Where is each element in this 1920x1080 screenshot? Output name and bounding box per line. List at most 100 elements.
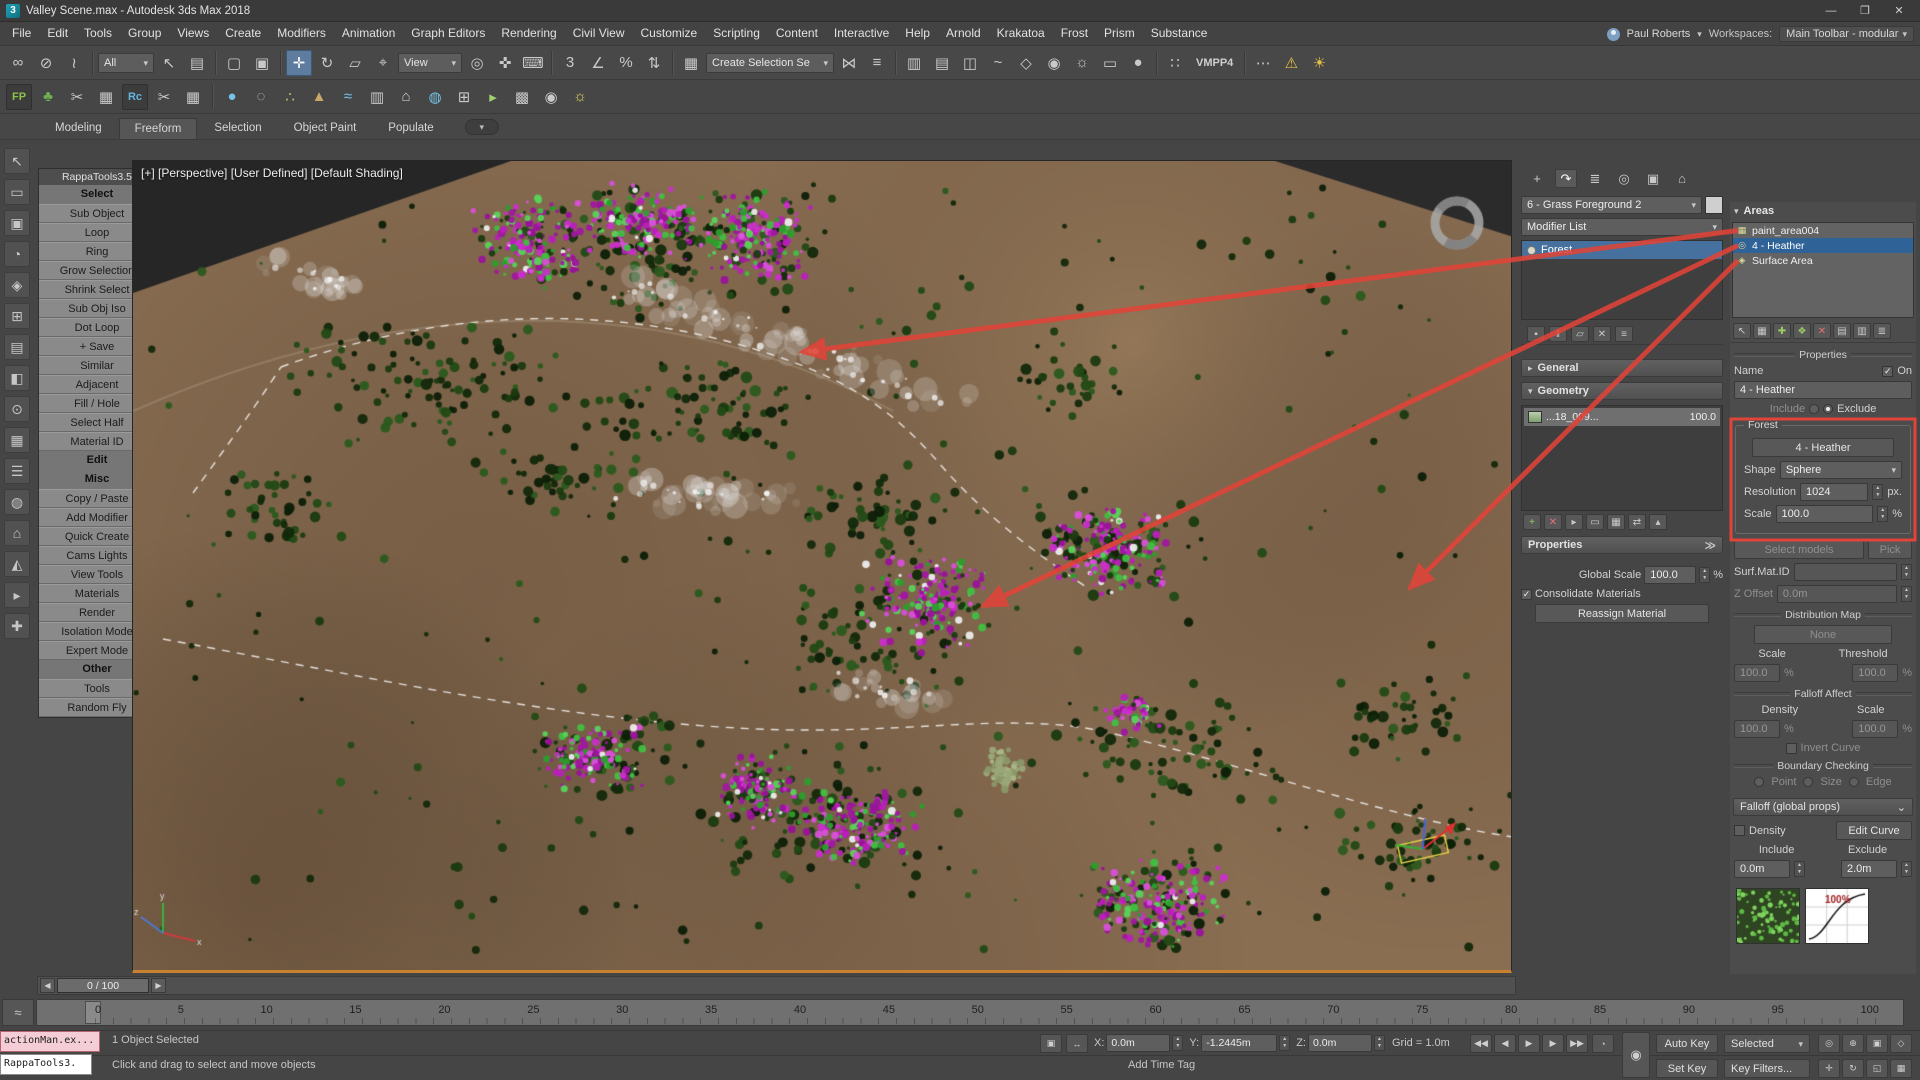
spinner[interactable]: [1699, 567, 1710, 583]
spinner[interactable]: [1877, 506, 1888, 522]
pattern-tool-icon[interactable]: ▩: [509, 84, 535, 110]
ribbon-overflow-dropdown[interactable]: ▾: [465, 119, 499, 135]
menu-item-modifiers[interactable]: Modifiers: [269, 22, 334, 45]
warning-toggle[interactable]: ⚠: [1278, 50, 1304, 76]
menu-item-krakatoa[interactable]: Krakatoa: [989, 22, 1053, 45]
menu-item-help[interactable]: Help: [897, 22, 938, 45]
show-end-result-button[interactable]: ‖: [1549, 326, 1567, 342]
strip-target-icon[interactable]: ⊙: [4, 396, 30, 422]
set-key-button[interactable]: Set Key: [1656, 1059, 1718, 1078]
modifier-stack-item-forest[interactable]: Forest: [1522, 241, 1722, 259]
clone-tool-icon[interactable]: ▥: [364, 84, 390, 110]
orbit-view-button[interactable]: ↻: [1842, 1059, 1864, 1078]
pan-view-button[interactable]: ✛: [1818, 1059, 1840, 1078]
ruler-frame-20[interactable]: 20: [438, 1004, 450, 1016]
railclone-stats-icon[interactable]: ▦: [180, 84, 206, 110]
area-name-field[interactable]: 4 - Heather: [1734, 381, 1912, 399]
modifier-list-dropdown[interactable]: Modifier List: [1521, 218, 1723, 236]
render-setup[interactable]: ☼: [1069, 50, 1095, 76]
viewport-canvas[interactable]: [133, 161, 1511, 970]
spinner[interactable]: [1374, 1035, 1385, 1051]
menu-item-rendering[interactable]: Rendering: [493, 22, 564, 45]
make-unique-button[interactable]: ▱: [1571, 326, 1589, 342]
eye-tool-icon[interactable]: ◉: [538, 84, 564, 110]
modify-tab[interactable]: ↷: [1555, 169, 1577, 188]
ruler-frame-100[interactable]: 100: [1861, 1004, 1879, 1016]
scatter-tool-icon[interactable]: ∴: [277, 84, 303, 110]
menu-item-group[interactable]: Group: [120, 22, 169, 45]
dm-threshold-field[interactable]: 100.0: [1852, 664, 1898, 682]
zoom-all-button[interactable]: ⊕: [1842, 1034, 1864, 1053]
keyboard-shortcut-override[interactable]: ⌨: [520, 50, 546, 76]
menu-item-customize[interactable]: Customize: [633, 22, 706, 45]
next-frame-button[interactable]: ▶: [1542, 1034, 1564, 1053]
spinner-snap-toggle[interactable]: ⇅: [641, 50, 667, 76]
select-and-rotate[interactable]: ↻: [314, 50, 340, 76]
area-row-surface-area[interactable]: ◈Surface Area: [1733, 253, 1913, 268]
area-on-checkbox[interactable]: [1882, 366, 1893, 377]
dots-tool[interactable]: ⋯: [1250, 50, 1276, 76]
ruler-frame-95[interactable]: 95: [1772, 1004, 1784, 1016]
consolidate-materials-checkbox[interactable]: [1521, 589, 1532, 600]
array-tool[interactable]: ∷: [1162, 50, 1188, 76]
strip-arc-icon[interactable]: ◔: [4, 241, 30, 267]
ribbon-tab-populate[interactable]: Populate: [373, 118, 448, 139]
menu-item-views[interactable]: Views: [169, 22, 217, 45]
menu-item-animation[interactable]: Animation: [334, 22, 403, 45]
area-list-a-button[interactable]: ▤: [1833, 323, 1851, 339]
selection-filter-dropdown[interactable]: All: [98, 53, 154, 73]
ribbon-tab-object-paint[interactable]: Object Paint: [279, 118, 372, 139]
angle-snap-toggle[interactable]: ∠: [585, 50, 611, 76]
distribution-none-button[interactable]: None: [1754, 625, 1892, 644]
fg-exclude-field[interactable]: 2.0m: [1841, 860, 1897, 878]
menu-item-prism[interactable]: Prism: [1096, 22, 1143, 45]
select-and-move[interactable]: ✛: [286, 50, 312, 76]
area-scale-field[interactable]: 100.0: [1776, 505, 1874, 523]
edit-named-selection-sets[interactable]: ▦: [678, 50, 704, 76]
select-and-place[interactable]: ⌖: [370, 50, 396, 76]
spinner[interactable]: [1901, 861, 1912, 877]
spinner[interactable]: [1872, 484, 1883, 500]
strip-sphere-icon[interactable]: ◍: [4, 489, 30, 515]
track-bar[interactable]: 0510152025303540455055606570758085909510…: [36, 999, 1904, 1026]
display-tab[interactable]: ▣: [1642, 169, 1664, 188]
areas-rollout-header[interactable]: Areas: [1730, 202, 1916, 220]
strip-grid-icon[interactable]: ⊞: [4, 303, 30, 329]
hierarchy-tab[interactable]: ≣: [1584, 169, 1606, 188]
area-row-4-heather[interactable]: ◎4 - Heather: [1733, 238, 1913, 253]
boundary-point-radio[interactable]: [1754, 777, 1764, 787]
x-coordinate-field[interactable]: 0.0m: [1106, 1034, 1170, 1052]
remove-modifier-button[interactable]: ✕: [1593, 326, 1611, 342]
ruler-frame-40[interactable]: 40: [794, 1004, 806, 1016]
water-tool-icon[interactable]: ≈: [335, 84, 361, 110]
named-selection-sets-dropdown[interactable]: Create Selection Se: [706, 53, 834, 73]
exclude-radio[interactable]: [1823, 404, 1833, 414]
unlink-selection[interactable]: ⊘: [33, 50, 59, 76]
zoom-view-button[interactable]: ◎: [1818, 1034, 1840, 1053]
auto-key-button[interactable]: Auto Key: [1656, 1034, 1718, 1053]
geometry-next-button[interactable]: ▸: [1565, 514, 1583, 530]
shape-dropdown[interactable]: Sphere: [1780, 461, 1902, 479]
area-shape-button[interactable]: ❖: [1793, 323, 1811, 339]
geometry-up-button[interactable]: ▴: [1649, 514, 1667, 530]
utilities-tab[interactable]: ⌂: [1671, 169, 1693, 188]
strip-play-icon[interactable]: ▸: [4, 582, 30, 608]
fa-density-field[interactable]: 100.0: [1734, 720, 1780, 738]
select-models-button[interactable]: Select models: [1734, 540, 1864, 559]
play-tool-icon[interactable]: ▸: [480, 84, 506, 110]
toggle-ribbon[interactable]: ◫: [957, 50, 983, 76]
menu-item-frost[interactable]: Frost: [1053, 22, 1096, 45]
ribbon-tab-selection[interactable]: Selection: [199, 118, 276, 139]
strip-select-icon[interactable]: ↖: [4, 148, 30, 174]
maxscript-mini-listener-macro[interactable]: actionMan.ex...: [0, 1031, 100, 1052]
next-frame-slider-button[interactable]: ▶: [151, 978, 166, 993]
spinner[interactable]: [1901, 564, 1912, 580]
area-list-b-button[interactable]: ▥: [1853, 323, 1871, 339]
close-button[interactable]: ✕: [1884, 1, 1914, 21]
add-area-button[interactable]: ✚: [1773, 323, 1791, 339]
spinner[interactable]: [1901, 586, 1912, 602]
toggle-layer-explorer[interactable]: ▤: [929, 50, 955, 76]
object-name-dropdown[interactable]: 6 - Grass Foreground 2: [1521, 196, 1702, 214]
workspace-dropdown[interactable]: Main Toolbar - modular: [1779, 26, 1914, 42]
previous-frame-slider-button[interactable]: ◀: [40, 978, 55, 993]
